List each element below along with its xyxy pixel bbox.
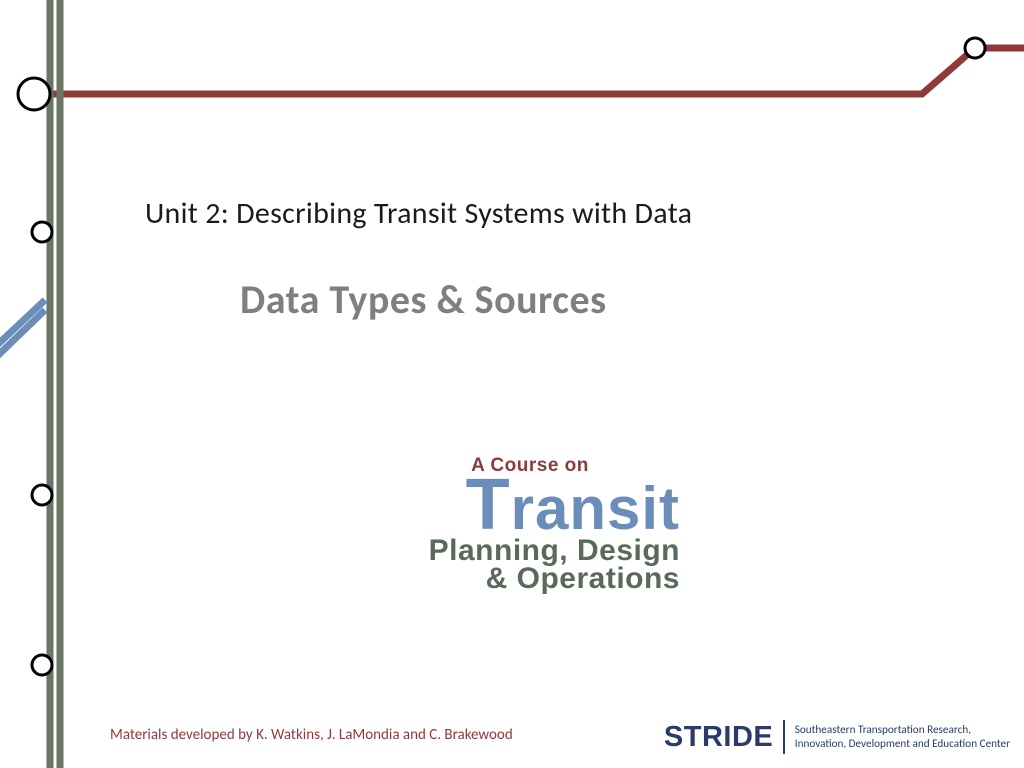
credits-line: Materials developed by K. Watkins, J. La…: [110, 726, 513, 744]
course-logo: A Course on Transit Planning, Design & O…: [340, 455, 680, 594]
stride-logo: STRIDE Southeastern Transportation Resea…: [664, 720, 1010, 754]
transit-map-decoration: [0, 0, 1024, 768]
stride-tag-line2: Innovation, Development and Education Ce…: [795, 737, 1010, 751]
slide-subtitle: Data Types & Sources: [240, 275, 607, 324]
course-logo-line3b: & Operations: [340, 563, 680, 595]
unit-title: Unit 2: Describing Transit Systems with …: [145, 195, 692, 232]
stride-tag-line1: Southeastern Transportation Research,: [795, 723, 1010, 737]
stride-divider: [783, 720, 785, 754]
stride-word: STRIDE: [664, 721, 773, 754]
course-logo-line2: Transit: [340, 471, 680, 539]
stride-tagline: Southeastern Transportation Research, In…: [795, 723, 1010, 751]
